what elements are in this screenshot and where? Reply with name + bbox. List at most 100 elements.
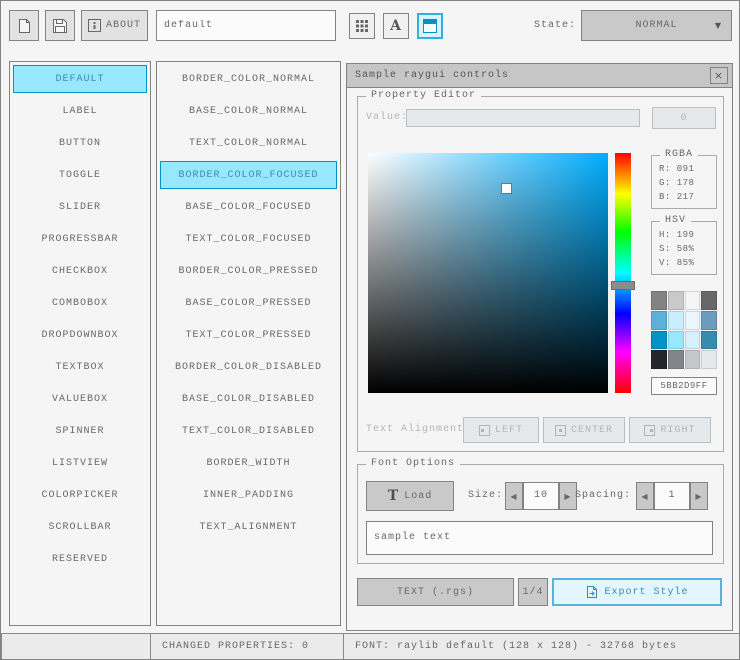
- blue-value: B: 217: [659, 192, 695, 202]
- property-item-base_color_pressed[interactable]: BASE_COLOR_PRESSED: [160, 289, 337, 317]
- property-item-text_color_disabled[interactable]: TEXT_COLOR_DISABLED: [160, 417, 337, 445]
- align-right-icon: [644, 424, 656, 436]
- save-text-rgs-button[interactable]: TEXT (.rgs): [357, 578, 514, 606]
- property-item-text_color_normal[interactable]: TEXT_COLOR_NORMAL: [160, 129, 337, 157]
- control-item-slider[interactable]: SLIDER: [13, 193, 147, 221]
- control-item-label[interactable]: LABEL: [13, 97, 147, 125]
- close-button[interactable]: ×: [710, 67, 728, 84]
- align-left-button: LEFT: [463, 417, 539, 443]
- size-value-box[interactable]: 10: [523, 482, 559, 510]
- export-icon: [585, 585, 599, 599]
- sample-text-input[interactable]: sample text: [366, 521, 713, 555]
- palette-swatch-2[interactable]: [684, 291, 701, 310]
- control-item-textbox[interactable]: TEXTBOX: [13, 353, 147, 381]
- control-item-valuebox[interactable]: VALUEBOX: [13, 385, 147, 413]
- font-options-group: Font Options T Load Size: ◀ 10 ▶ Spacing…: [357, 458, 724, 564]
- spacing-value-box[interactable]: 1: [654, 482, 690, 510]
- property-editor-group: Property Editor Value: 0 RGBA R: 091 G: …: [357, 90, 724, 452]
- status-changed-properties: CHANGED PROPERTIES: 0: [150, 633, 344, 659]
- load-font-label: Load: [404, 490, 433, 502]
- property-editor-group-label: Property Editor: [366, 90, 482, 101]
- palette-swatch-13[interactable]: [667, 350, 684, 369]
- palette-swatch-0[interactable]: [651, 291, 667, 310]
- load-font-button[interactable]: T Load: [366, 481, 454, 511]
- control-item-colorpicker[interactable]: COLORPICKER: [13, 481, 147, 509]
- property-item-border_color_focused[interactable]: BORDER_COLOR_FOCUSED: [160, 161, 337, 189]
- hue-value: H: 199: [659, 230, 695, 240]
- hue-slider[interactable]: [611, 153, 635, 393]
- save-style-button[interactable]: [45, 10, 75, 41]
- control-item-spinner[interactable]: SPINNER: [13, 417, 147, 445]
- about-button[interactable]: ABOUT: [81, 10, 148, 41]
- sample-controls-window: Sample raygui controls × Property Editor…: [346, 63, 733, 631]
- palette-swatch-3[interactable]: [701, 291, 717, 310]
- color-picker-marker[interactable]: [502, 184, 512, 193]
- property-item-border_color_pressed[interactable]: BORDER_COLOR_PRESSED: [160, 257, 337, 285]
- property-item-text_color_pressed[interactable]: TEXT_COLOR_PRESSED: [160, 321, 337, 349]
- style-color-palette: [651, 291, 717, 369]
- control-item-listview[interactable]: LISTVIEW: [13, 449, 147, 477]
- state-dropdown[interactable]: NORMAL ▼: [581, 10, 732, 41]
- property-item-text_alignment[interactable]: TEXT_ALIGNMENT: [160, 513, 337, 541]
- spacing-increase-button[interactable]: ▶: [690, 482, 708, 510]
- align-center-label: CENTER: [570, 424, 613, 436]
- info-icon: [87, 19, 101, 32]
- palette-swatch-4[interactable]: [651, 310, 667, 330]
- control-item-default[interactable]: DEFAULT: [13, 65, 147, 93]
- style-format-counter-button[interactable]: 1/4: [518, 578, 548, 606]
- property-item-border_width[interactable]: BORDER_WIDTH: [160, 449, 337, 477]
- align-center-icon: [554, 424, 566, 436]
- left-arrow-icon: ◀: [510, 491, 518, 501]
- palette-swatch-5[interactable]: [667, 310, 684, 330]
- palette-swatch-10[interactable]: [684, 330, 701, 350]
- palette-swatch-6[interactable]: [684, 310, 701, 330]
- color-saturation-value-panel[interactable]: [368, 153, 608, 393]
- text-icon: T: [387, 488, 400, 504]
- font-settings-button[interactable]: A: [383, 13, 409, 39]
- value-button: 0: [652, 107, 716, 129]
- control-item-toggle[interactable]: TOGGLE: [13, 161, 147, 189]
- hue-slider-thumb[interactable]: [611, 280, 635, 290]
- property-item-base_color_focused[interactable]: BASE_COLOR_FOCUSED: [160, 193, 337, 221]
- left-arrow-icon: ◀: [641, 491, 649, 501]
- load-style-button[interactable]: [9, 10, 39, 41]
- palette-swatch-14[interactable]: [684, 350, 701, 369]
- size-decrease-button[interactable]: ◀: [505, 482, 523, 510]
- palette-swatch-8[interactable]: [651, 330, 667, 350]
- control-item-progressbar[interactable]: PROGRESSBAR: [13, 225, 147, 253]
- window-titlebar: Sample raygui controls ×: [347, 64, 732, 88]
- rgba-group-label: RGBA: [660, 149, 699, 160]
- hex-color-input[interactable]: 5BB2D9FF: [651, 377, 717, 395]
- property-item-inner_padding[interactable]: INNER_PADDING: [160, 481, 337, 509]
- close-icon: ×: [713, 69, 725, 82]
- palette-swatch-7[interactable]: [701, 310, 717, 330]
- control-item-dropdownbox[interactable]: DROPDOWNBOX: [13, 321, 147, 349]
- font-options-group-label: Font Options: [366, 458, 461, 469]
- control-item-combobox[interactable]: COMBOBOX: [13, 289, 147, 317]
- property-item-base_color_disabled[interactable]: BASE_COLOR_DISABLED: [160, 385, 337, 413]
- state-label: State:: [533, 20, 576, 31]
- palette-swatch-12[interactable]: [651, 350, 667, 369]
- control-item-checkbox[interactable]: CHECKBOX: [13, 257, 147, 285]
- property-item-base_color_normal[interactable]: BASE_COLOR_NORMAL: [160, 97, 337, 125]
- file-icon: [17, 18, 32, 34]
- style-table-button[interactable]: [417, 13, 443, 39]
- palette-swatch-11[interactable]: [701, 330, 717, 350]
- control-item-scrollbar[interactable]: SCROLLBAR: [13, 513, 147, 541]
- window-title: Sample raygui controls: [355, 70, 510, 81]
- grid-icon: [355, 19, 369, 33]
- property-item-border_color_disabled[interactable]: BORDER_COLOR_DISABLED: [160, 353, 337, 381]
- font-atlas-button[interactable]: [349, 13, 375, 39]
- style-name-input[interactable]: [156, 10, 336, 41]
- control-item-button[interactable]: BUTTON: [13, 129, 147, 157]
- changed-properties-text: CHANGED PROPERTIES: 0: [162, 641, 310, 652]
- palette-swatch-15[interactable]: [701, 350, 717, 369]
- property-item-text_color_focused[interactable]: TEXT_COLOR_FOCUSED: [160, 225, 337, 253]
- palette-swatch-9[interactable]: [667, 330, 684, 350]
- palette-swatch-1[interactable]: [667, 291, 684, 310]
- control-item-reserved[interactable]: RESERVED: [13, 545, 147, 573]
- spacing-decrease-button[interactable]: ◀: [636, 482, 654, 510]
- property-item-border_color_normal[interactable]: BORDER_COLOR_NORMAL: [160, 65, 337, 93]
- export-style-button[interactable]: Export Style: [552, 578, 722, 606]
- letter-a-icon: A: [390, 18, 402, 34]
